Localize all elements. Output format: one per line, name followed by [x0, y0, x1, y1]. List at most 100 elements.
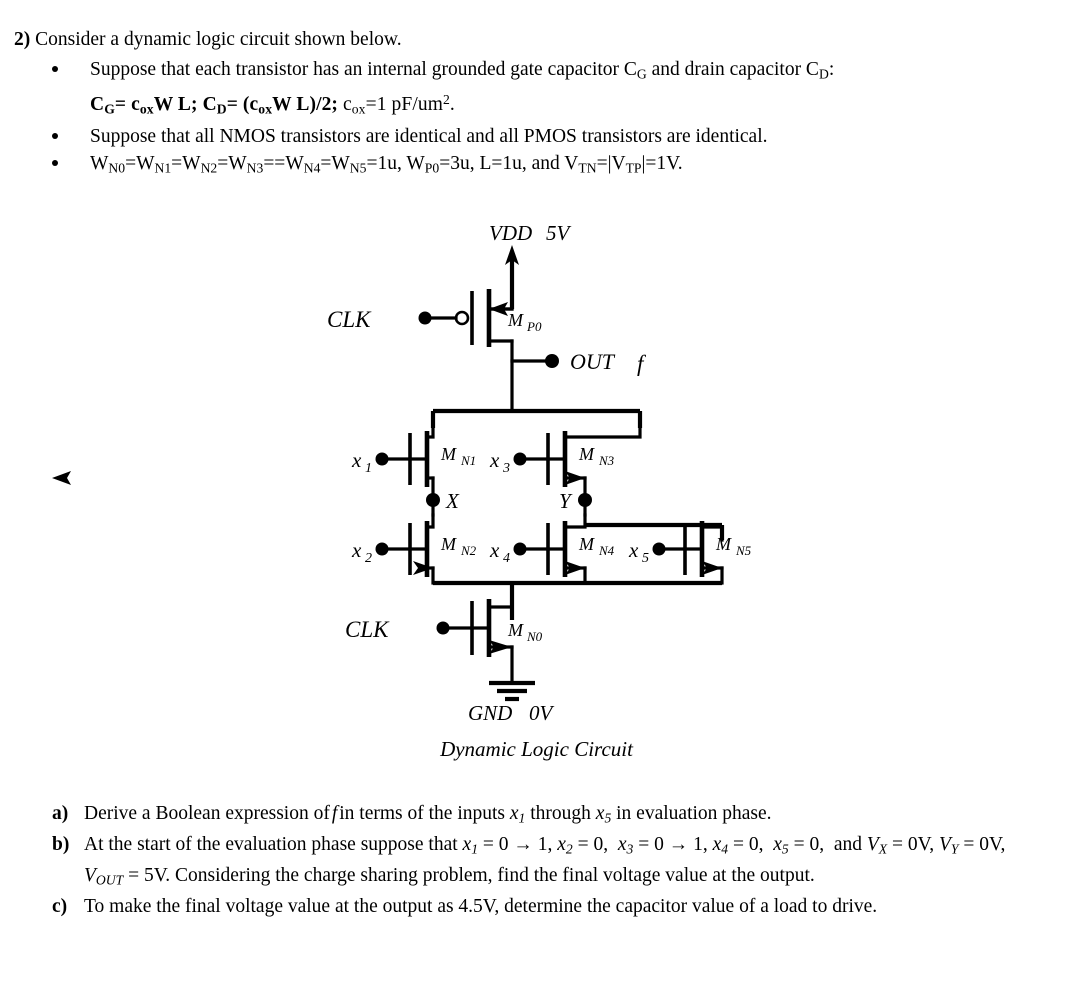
wl2-term: W L)/2; — [272, 94, 343, 116]
circuit-svg: .w { stroke:#000; stroke-width:3.2; fill… — [52, 221, 752, 725]
eq-3: == — [263, 152, 286, 174]
cd-sub: D — [216, 101, 227, 117]
x1-sub: 1 — [365, 461, 372, 476]
w-n0: W — [90, 152, 109, 174]
answer-a-text: Derive a Boolean expression of f in terms … — [84, 803, 772, 826]
bullet-dot-icon — [52, 132, 58, 139]
mn2-label: M — [440, 534, 457, 554]
mn3-drain-wire — [563, 426, 642, 439]
answer-b-text: At the start of the evaluation phase sup… — [84, 833, 1006, 888]
eq-1: = — [171, 152, 183, 174]
x1-label: x — [351, 448, 362, 472]
cd-subscript: D — [818, 66, 829, 82]
vt-bar-open: =| — [596, 152, 612, 174]
w-n4-sub: N4 — [303, 160, 321, 176]
x5-sub: 5 — [642, 551, 649, 566]
clk-bottom-label: CLK — [345, 617, 390, 642]
mn5-sub: N5 — [735, 543, 752, 558]
mn5-label: M — [715, 534, 732, 554]
bullet-capacitors-text-1: Suppose that each transistor has an inte… — [90, 59, 637, 80]
answer-b: b) At the start of the evaluation phase … — [52, 832, 1034, 894]
w-n4: W — [285, 152, 304, 174]
bullet-capacitors-text-2: and drain capacitor C — [646, 59, 819, 80]
mn4-drain-wire — [563, 513, 587, 529]
answer-b-label: b) — [52, 833, 70, 855]
out-function-label: f — [637, 351, 647, 376]
x5-label: x — [628, 538, 639, 562]
vdd-value: 5V — [546, 221, 572, 245]
cd-eq: = ( — [226, 94, 250, 116]
w-n5-sub: N5 — [349, 160, 367, 176]
w-p0: W — [406, 152, 425, 174]
cd-symbol: C — [202, 94, 217, 116]
mn1-sub: N1 — [460, 453, 476, 468]
w-n2-sub: N2 — [200, 160, 218, 176]
w-n3-sub: N3 — [246, 160, 264, 176]
cox2-sub: ox — [258, 101, 273, 117]
w-n3: W — [228, 152, 247, 174]
gnd-value: 0V — [529, 701, 555, 725]
eq-5: =1u, — [366, 152, 407, 174]
mn1-arrow-icon — [52, 471, 71, 485]
out-terminal-dot — [545, 354, 559, 368]
answer-c: c) To make the final voltage value at th… — [52, 894, 1034, 921]
cg-symbol: C — [90, 94, 105, 116]
mp0-label: M — [507, 310, 524, 330]
bullet-dot-icon — [52, 66, 58, 72]
w-n2: W — [182, 152, 201, 174]
out-label: OUT — [570, 349, 616, 374]
mn3-sub: N3 — [598, 453, 615, 468]
vdd-label: VDD — [489, 221, 532, 245]
mn0-label: M — [507, 620, 524, 640]
eq-4: = — [320, 152, 332, 174]
cg-sub: G — [104, 101, 115, 117]
node-y-dot — [578, 493, 592, 507]
answer-a-label: a) — [52, 803, 69, 824]
x4-sub: 4 — [503, 551, 510, 566]
answer-c-label: c) — [52, 895, 68, 917]
eq-2: = — [217, 152, 229, 174]
eq-0: = — [125, 152, 137, 174]
node-x-label: X — [445, 489, 460, 513]
x2-label: x — [351, 538, 362, 562]
question-parts: a) Derive a Boolean expression of f in ter… — [52, 801, 1052, 920]
w-n0-sub: N0 — [108, 160, 126, 176]
wl1-term: W L; — [153, 94, 203, 116]
capacitor-formula: CG= coxW L; CD= (coxW L)/2; cox=1 pF/um2… — [90, 87, 1045, 123]
gnd-label: GND — [468, 701, 512, 725]
node-y-label: Y — [559, 489, 573, 513]
question-stem: Consider a dynamic logic circuit shown b… — [35, 29, 402, 50]
mn2-arrow-icon — [413, 561, 433, 575]
cg-subscript: G — [636, 66, 647, 82]
x3-sub: 3 — [502, 461, 510, 476]
mn4-sub: N4 — [598, 543, 615, 558]
cox-value: =1 pF/um — [365, 94, 443, 116]
mn2-sub: N2 — [460, 543, 477, 558]
answer-c-text: To make the final voltage value at the o… — [84, 895, 878, 917]
dynamic-logic-circuit-diagram: .w { stroke:#000; stroke-width:3.2; fill… — [0, 215, 1073, 775]
question-number: 2) — [14, 29, 31, 50]
cox3-symbol: c — [343, 94, 352, 116]
cox2-symbol: c — [249, 94, 259, 116]
vtn-sub: TN — [578, 160, 597, 176]
mn4-label: M — [578, 534, 595, 554]
bullet-capacitors-text-3: : — [828, 59, 835, 80]
vt-bar-close: |=1V. — [641, 152, 683, 174]
answer-a: a) Derive a Boolean expression of f in ter… — [52, 801, 1052, 832]
w-n1-sub: N1 — [154, 160, 172, 176]
circuit-caption: Dynamic Logic Circuit — [440, 737, 633, 761]
mn3-label: M — [578, 444, 595, 464]
question-heading: 2) Consider a dynamic logic circuit show… — [14, 27, 1054, 53]
x3-label: x — [489, 448, 500, 472]
cox-period: . — [449, 94, 455, 116]
bullet-dot-icon — [52, 159, 58, 166]
mp0-sub: P0 — [526, 319, 542, 334]
w-p0-sub: P0 — [424, 160, 440, 176]
mn0-sub: N0 — [526, 629, 543, 644]
clk-top-label: CLK — [327, 307, 372, 332]
bullet-widths: WN0=WN1=WN2=WN3==WN4=WN5=1u, WP0=3u, L=1… — [44, 151, 1054, 181]
worksheet-page: 2) Consider a dynamic logic circuit show… — [0, 0, 1073, 994]
w-n1: W — [136, 152, 155, 174]
cox-unit-exponent: 2 — [442, 92, 450, 108]
cox3-sub: ox — [351, 101, 366, 117]
